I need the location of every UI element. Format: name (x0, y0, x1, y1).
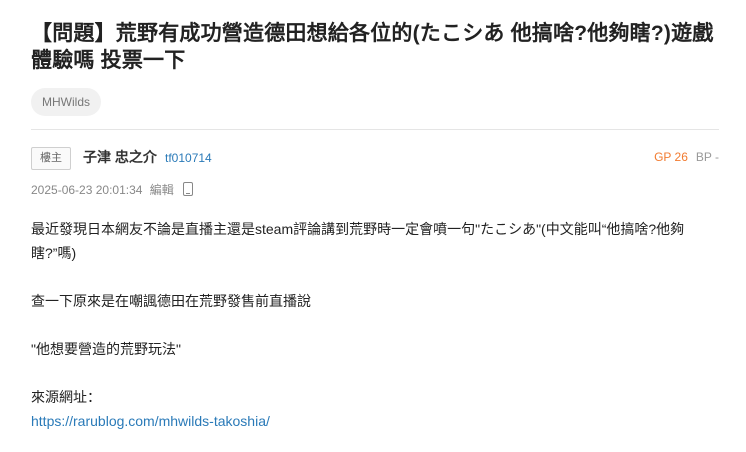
body-paragraph-3: "他想要營造的荒野玩法" (31, 341, 181, 357)
body-paragraph-2: 查一下原來是在嘲諷德田在荒野發售前直播說 (31, 293, 311, 309)
game-tag[interactable]: MHWilds (31, 88, 101, 116)
mobile-phone-icon (183, 182, 194, 196)
edit-link[interactable]: 編輯 (150, 183, 174, 197)
post-title: 【問題】荒野有成功營造德田想給各位的(たこシあ 他搞啥?他夠瞎?)遊戲體驗嗎 投… (31, 22, 714, 72)
score-area: GP 26 BP - (654, 149, 719, 165)
divider (31, 129, 719, 130)
post-header: 樓主 子津 忠之介 tf010714 GP 26 BP - (31, 146, 719, 172)
post-meta: 2025-06-23 20:01:34 編輯 (31, 180, 719, 200)
source-link[interactable]: https://rarublog.com/mhwilds-takoshia/ (31, 413, 270, 429)
post-body: 最近發現日本網友不論是直播主還是steam評論講到荒野時一定會噴一句"たこシあ"… (31, 217, 719, 433)
post-container: 【問題】荒野有成功營造德田想給各位的(たこシあ 他搞啥?他夠瞎?)遊戲體驗嗎 投… (31, 20, 719, 433)
author-id[interactable]: tf010714 (165, 150, 212, 166)
gp-score[interactable]: GP 26 (654, 150, 688, 164)
post-timestamp: 2025-06-23 20:01:34 (31, 183, 143, 197)
tag-row: MHWilds (31, 88, 719, 116)
author-name[interactable]: 子津 忠之介 (83, 148, 157, 166)
floor-badge: 樓主 (31, 147, 71, 170)
bp-score[interactable]: BP - (696, 150, 719, 164)
source-label: 來源網址： (31, 389, 101, 405)
body-paragraph-1: 最近發現日本網友不論是直播主還是steam評論講到荒野時一定會噴一句"たこシあ"… (31, 221, 685, 261)
